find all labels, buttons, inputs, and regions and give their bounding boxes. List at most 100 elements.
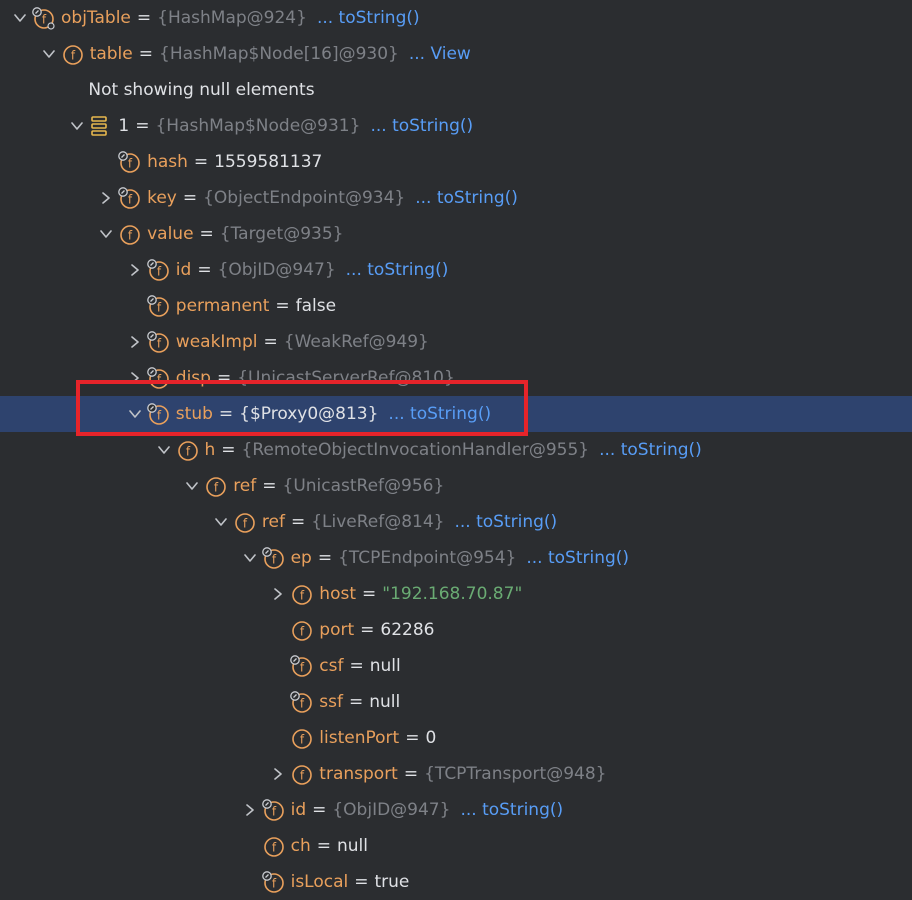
chevron-right-icon[interactable] xyxy=(267,756,289,792)
equals-sign: = xyxy=(405,728,420,748)
variable-name: objTable xyxy=(61,8,131,28)
variable-name: host xyxy=(319,584,356,604)
tree-row-objTable[interactable]: f objTable = {HashMap@924} ... toString() xyxy=(0,0,912,36)
inline-action-link[interactable]: ... toString() xyxy=(599,440,702,460)
svg-text:f: f xyxy=(71,49,76,63)
tree-row-isLocal[interactable]: f isLocal = true xyxy=(0,864,912,900)
inline-action-link[interactable]: ... toString() xyxy=(526,548,629,568)
inline-action-link[interactable]: ... toString() xyxy=(346,260,449,280)
chevron-down-icon[interactable] xyxy=(124,396,146,432)
variable-name: h xyxy=(204,440,216,460)
chevron-down-icon[interactable] xyxy=(9,0,31,36)
variable-value: {$Proxy0@813} xyxy=(239,404,379,424)
variable-name: ref xyxy=(233,476,257,496)
chevron-right-icon[interactable] xyxy=(124,360,146,396)
variable-name: id xyxy=(290,800,307,820)
variable-type: {ObjectEndpoint@934} xyxy=(203,188,406,208)
svg-text:f: f xyxy=(300,733,305,747)
equals-sign: = xyxy=(182,188,198,208)
svg-text:f: f xyxy=(214,481,219,495)
tree-row-ssf[interactable]: f ssf = null xyxy=(0,684,912,720)
chevron-down-icon[interactable] xyxy=(210,504,232,540)
tree-row-listenPort[interactable]: f listenPort = 0 xyxy=(0,720,912,756)
tree-row-id[interactable]: f id = {ObjID@947} ... toString() xyxy=(0,792,912,828)
tree-row-table[interactable]: f table = {HashMap$Node[16]@930} ... View xyxy=(0,36,912,72)
svg-text:f: f xyxy=(157,409,162,423)
variable-type: {UnicastRef@956} xyxy=(282,476,445,496)
variable-name: table xyxy=(89,44,133,64)
tree-row-note[interactable]: Not showing null elements xyxy=(0,72,912,108)
variable-name: listenPort xyxy=(319,728,400,748)
equals-sign: = xyxy=(349,656,364,676)
tree-row-permanent[interactable]: f permanent = false xyxy=(0,288,912,324)
tree-row-hash[interactable]: f hash = 1559581137 xyxy=(0,144,912,180)
tree-row-h[interactable]: f h = {RemoteObjectInvocationHandler@955}..… xyxy=(0,432,912,468)
equals-sign: = xyxy=(216,368,232,388)
svg-text:f: f xyxy=(271,841,276,855)
svg-text:f: f xyxy=(271,805,276,819)
tree-row-stub[interactable]: f stub = {$Proxy0@813} ... toString() xyxy=(0,396,912,432)
string-value: "192.168.70.87" xyxy=(382,584,523,604)
variables-tree: f objTable = {HashMap@924}... toString() f… xyxy=(0,0,912,894)
tree-row-1[interactable]: 1 = {HashMap$Node@931} ... toString() xyxy=(0,108,912,144)
chevron-down-icon[interactable] xyxy=(153,432,175,468)
equals-sign: = xyxy=(199,224,214,244)
array-element-icon xyxy=(88,114,112,138)
svg-text:f: f xyxy=(185,445,190,459)
tree-row-host[interactable]: f host = "192.168.70.87" xyxy=(0,576,912,612)
variable-name: ch xyxy=(290,836,311,856)
tree-row-ref[interactable]: f ref = {UnicastRef@956} xyxy=(0,468,912,504)
variable-type: {UnicastServerRef@810} xyxy=(237,368,455,388)
inline-action-link[interactable]: ... toString() xyxy=(388,404,491,424)
final-field-icon: f xyxy=(146,366,170,390)
final-field-icon: f xyxy=(117,186,141,210)
inline-action-link[interactable]: ... toString() xyxy=(460,800,563,820)
svg-text:f: f xyxy=(300,661,305,675)
chevron-right-icon[interactable] xyxy=(95,180,117,216)
tree-row-id[interactable]: f id = {ObjID@947} ... toString() xyxy=(0,252,912,288)
variable-name: transport xyxy=(319,764,398,784)
tree-row-key[interactable]: f key = {ObjectEndpoint@934} ... toString() xyxy=(0,180,912,216)
equals-sign: = xyxy=(354,872,369,892)
chevron-right-icon[interactable] xyxy=(239,792,261,828)
chevron-down-icon[interactable] xyxy=(95,216,117,252)
variable-name: ep xyxy=(290,548,312,568)
tree-row-disp[interactable]: f disp = {UnicastServerRef@810} xyxy=(0,360,912,396)
tree-row-transport[interactable]: f transport = {TCPTransport@948} xyxy=(0,756,912,792)
inline-action-link[interactable]: ... toString() xyxy=(370,116,473,136)
variable-name: stub xyxy=(175,404,213,424)
tree-row-port[interactable]: f port = 62286 xyxy=(0,612,912,648)
tree-row-ep[interactable]: f ep = {TCPEndpoint@954} ... toString() xyxy=(0,540,912,576)
chevron-right-icon[interactable] xyxy=(267,576,289,612)
svg-text:f: f xyxy=(300,697,305,711)
info-text: Not showing null elements xyxy=(88,80,315,100)
tree-row-value[interactable]: f value = {Target@935} xyxy=(0,216,912,252)
chevron-right-icon[interactable] xyxy=(124,324,146,360)
inline-action-link[interactable]: ... toString() xyxy=(415,188,518,208)
final-field-icon: f xyxy=(31,6,55,30)
chevron-down-icon[interactable] xyxy=(66,108,88,144)
chevron-down-icon[interactable] xyxy=(181,468,203,504)
variable-name: csf xyxy=(319,656,344,676)
field-icon: f xyxy=(289,726,313,750)
inline-action-link[interactable]: ... View xyxy=(409,44,471,64)
equals-sign: = xyxy=(316,836,331,856)
tree-row-weakImpl[interactable]: f weakImpl = {WeakRef@949} xyxy=(0,324,912,360)
chevron-right-icon[interactable] xyxy=(124,252,146,288)
field-icon: f xyxy=(203,474,227,498)
equals-sign: = xyxy=(290,512,306,532)
element-index: 1 xyxy=(118,116,130,136)
chevron-down-icon[interactable] xyxy=(239,540,261,576)
variable-value: null xyxy=(369,656,401,676)
tree-row-ch[interactable]: f ch = null xyxy=(0,828,912,864)
chevron-down-icon[interactable] xyxy=(38,36,60,72)
field-icon: f xyxy=(175,438,199,462)
svg-text:f: f xyxy=(271,877,276,891)
tree-row-ref[interactable]: f ref = {LiveRef@814} ... toString() xyxy=(0,504,912,540)
variable-type: {TCPEndpoint@954} xyxy=(338,548,517,568)
field-icon: f xyxy=(117,222,141,246)
inline-action-link[interactable]: ... toString() xyxy=(455,512,558,532)
variable-type: {WeakRef@949} xyxy=(283,332,429,352)
tree-row-csf[interactable]: f csf = null xyxy=(0,648,912,684)
inline-action-link[interactable]: ... toString() xyxy=(317,8,420,28)
